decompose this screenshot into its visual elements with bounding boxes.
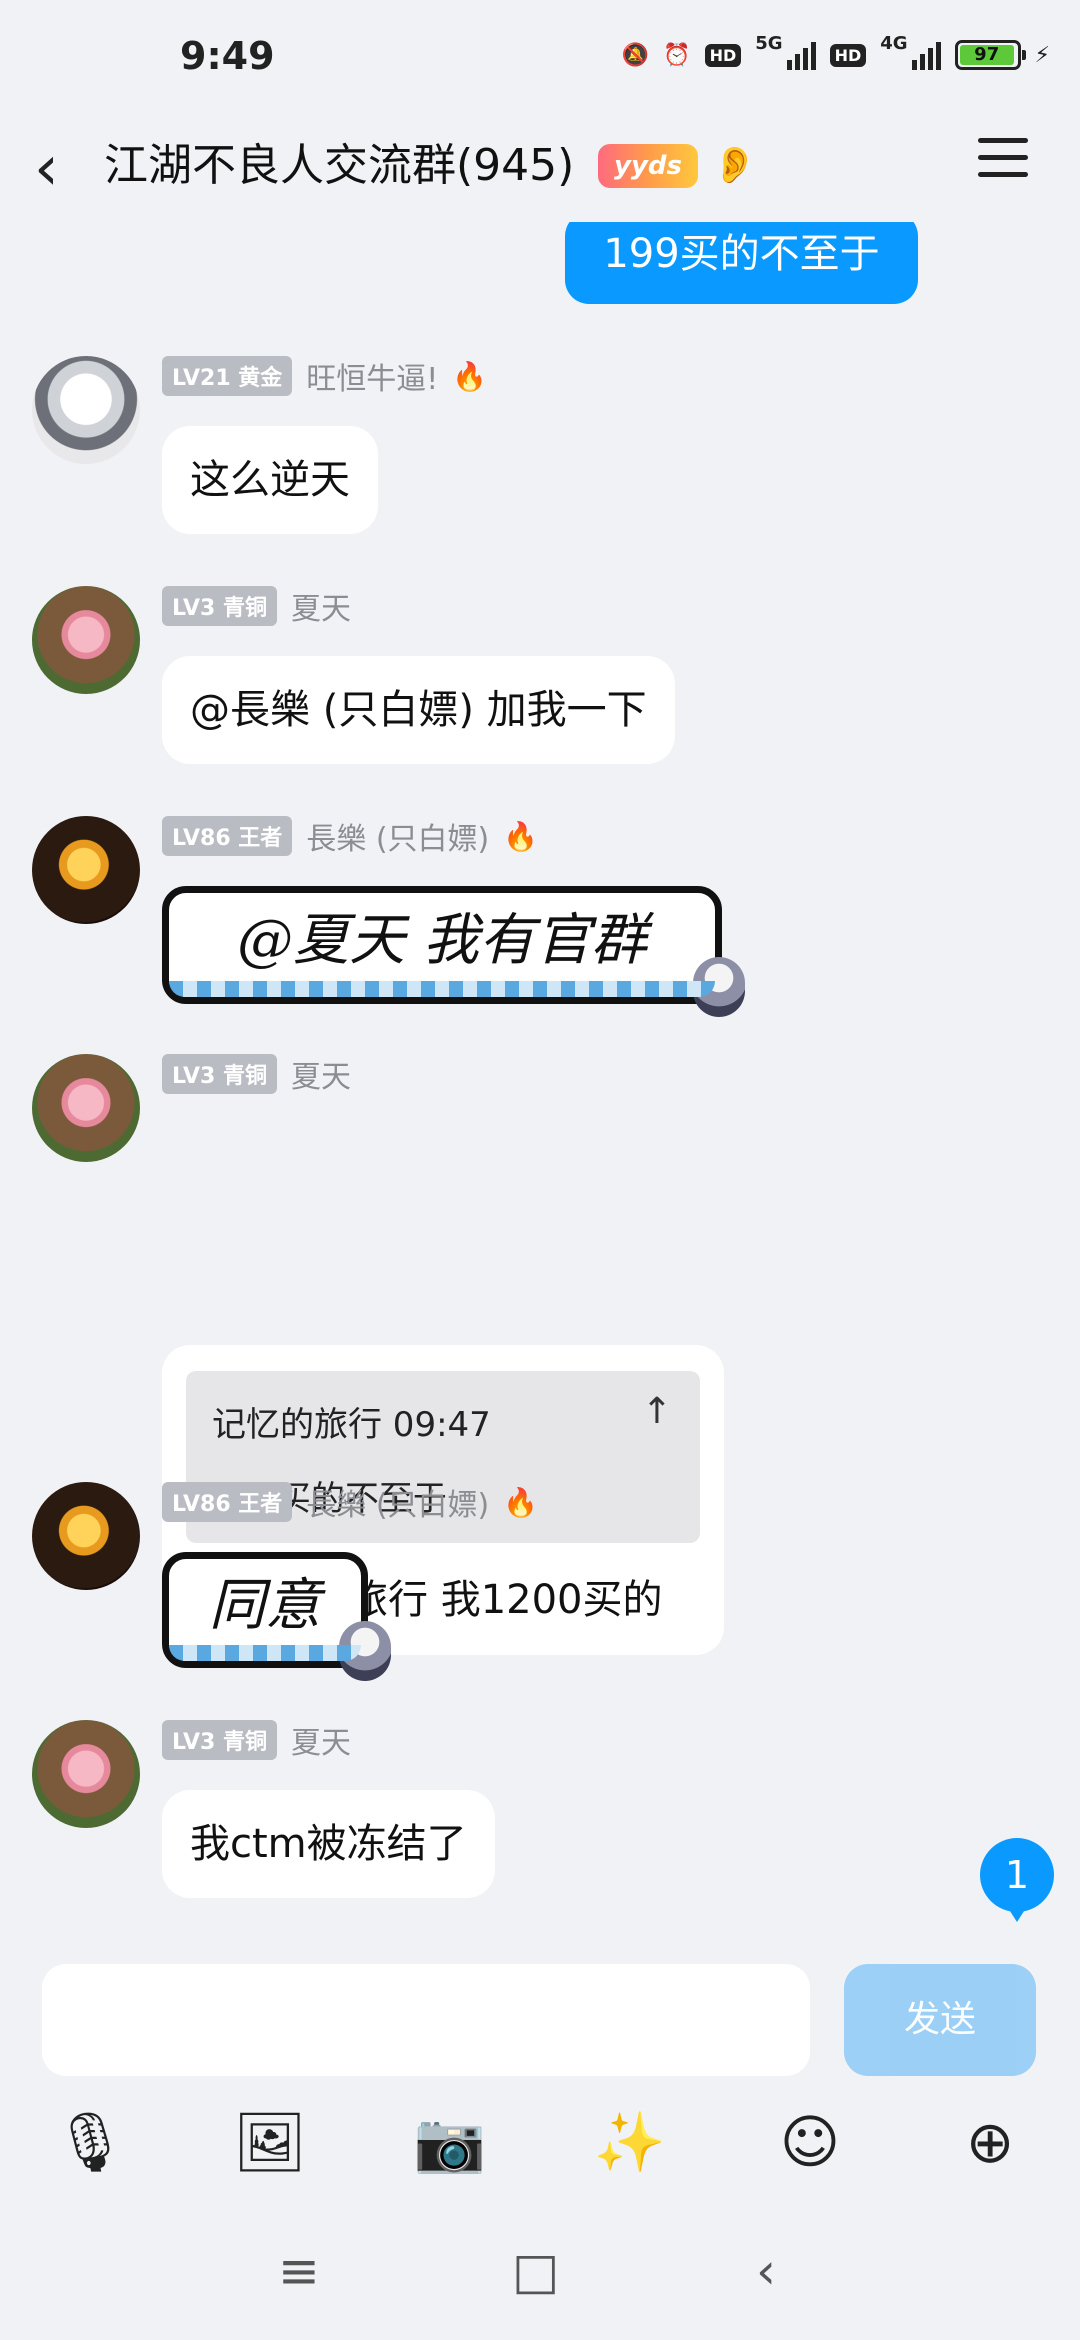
send-button[interactable]: 发送 xyxy=(844,1964,1036,2076)
message-bubble[interactable]: 我ctm被冻结了 xyxy=(162,1790,495,1898)
mute-bell-icon: 🔕 xyxy=(621,42,650,68)
sticker-creator-icon[interactable]: ✨ xyxy=(590,2102,670,2182)
network-4g-label: 4G xyxy=(880,32,908,54)
sender-name[interactable]: 長樂 (只白嫖) xyxy=(306,814,489,858)
quote-header: 记忆的旅行 09:47 xyxy=(212,1405,491,1445)
status-bar: 9:49 🔕 ⏰ HD 5G HD 4G 97 ⚡ xyxy=(0,0,1080,122)
microphone-icon[interactable]: 🎙 xyxy=(50,2102,130,2182)
signal-icon xyxy=(786,40,816,70)
fire-icon: 🔥 xyxy=(503,1485,539,1519)
composer: 发送 🎙 🖼 📷 ✨ ☺ ⊕ xyxy=(0,1952,1080,2206)
status-icons: 🔕 ⏰ HD 5G HD 4G 97 ⚡ xyxy=(621,33,1050,70)
message-list[interactable]: 199买的不至于 LV21 黄金 旺恒牛逼! 🔥 这么逆天 LV3 青铜 夏天 … xyxy=(0,222,1080,1952)
battery-icon: 97 xyxy=(954,40,1026,70)
level-badge: LV86 王者 xyxy=(162,1482,293,1522)
emoji-icon[interactable]: ☺ xyxy=(770,2102,850,2182)
battery-level: 97 xyxy=(959,45,1014,65)
message-meta: LV3 青铜 夏天 xyxy=(162,1052,351,1096)
recent-apps-icon[interactable]: ≡ xyxy=(278,2242,320,2300)
alarm-icon: ⏰ xyxy=(663,42,691,68)
level-badge: LV3 青铜 xyxy=(162,586,277,626)
network-5g-label: 5G xyxy=(755,32,783,54)
message-input[interactable] xyxy=(42,1964,810,2076)
message-meta: LV21 黄金 旺恒牛逼! 🔥 xyxy=(162,354,488,398)
sender-name[interactable]: 長樂 (只白嫖) xyxy=(306,1480,489,1524)
ear-icon[interactable]: 👂 xyxy=(712,144,757,186)
message-bubble[interactable]: 这么逆天 xyxy=(162,426,378,534)
message-meta: LV3 青铜 夏天 xyxy=(162,1718,351,1762)
avatar[interactable] xyxy=(32,1054,140,1162)
home-icon[interactable]: □ xyxy=(512,2242,559,2300)
back-arrow-icon[interactable]: ‹ xyxy=(34,128,59,208)
group-title[interactable]: 江湖不良人交流群(945) xyxy=(104,136,574,196)
hd-badge-2: HD xyxy=(829,43,867,67)
camera-icon[interactable]: 📷 xyxy=(410,2102,490,2182)
level-badge: LV3 青铜 xyxy=(162,1054,277,1094)
sticker-message[interactable]: 同意 xyxy=(162,1552,391,1681)
message-meta: LV86 王者 長樂 (只白嫖) 🔥 xyxy=(162,1480,539,1524)
sender-name[interactable]: 夏天 xyxy=(291,1718,351,1762)
plus-icon[interactable]: ⊕ xyxy=(950,2102,1030,2182)
level-badge: LV21 黄金 xyxy=(162,356,293,396)
composer-toolbar: 🎙 🖼 📷 ✨ ☺ ⊕ xyxy=(0,2102,1080,2192)
sender-name[interactable]: 旺恒牛逼! xyxy=(306,354,438,398)
avatar[interactable] xyxy=(32,356,140,464)
sticker-character xyxy=(693,957,745,1017)
sticker-message[interactable]: @夏天 我有官群 xyxy=(162,886,745,1017)
message-meta: LV3 青铜 夏天 xyxy=(162,584,351,628)
sticker-character xyxy=(339,1621,391,1681)
jump-to-original-icon[interactable]: ↑ xyxy=(642,1391,672,1432)
avatar[interactable] xyxy=(32,586,140,694)
yyds-badge: yyds xyxy=(598,144,698,188)
chat-header: ‹ 江湖不良人交流群(945) yyds 👂 xyxy=(0,122,1080,222)
system-navigation-bar: ≡ □ ‹ xyxy=(0,2206,1080,2340)
fire-icon: 🔥 xyxy=(452,359,488,393)
avatar[interactable] xyxy=(32,1720,140,1828)
level-badge: LV3 青铜 xyxy=(162,1720,277,1760)
message-meta: LV86 王者 長樂 (只白嫖) 🔥 xyxy=(162,814,539,858)
sender-name[interactable]: 夏天 xyxy=(291,584,351,628)
message-bubble[interactable]: @長樂 (只白嫖) 加我一下 xyxy=(162,656,675,764)
sender-name[interactable]: 夏天 xyxy=(291,1052,351,1096)
signal-icon-2 xyxy=(911,40,941,70)
avatar[interactable] xyxy=(32,1482,140,1590)
level-badge: LV86 王者 xyxy=(162,816,293,856)
back-icon[interactable]: ‹ xyxy=(756,2242,776,2300)
menu-icon[interactable] xyxy=(978,138,1028,178)
image-icon[interactable]: 🖼 xyxy=(230,2102,310,2182)
fire-icon: 🔥 xyxy=(503,819,539,853)
outgoing-message-bubble[interactable]: 199买的不至于 xyxy=(565,222,918,304)
charging-icon: ⚡ xyxy=(1034,42,1050,68)
hd-badge: HD xyxy=(704,43,742,67)
sticker-text: 同意 xyxy=(209,1573,321,1638)
status-time: 9:49 xyxy=(180,34,275,78)
sticker-text: @夏天 我有官群 xyxy=(237,908,647,973)
avatar[interactable] xyxy=(32,816,140,924)
unread-count-badge[interactable]: 1 xyxy=(980,1838,1054,1922)
